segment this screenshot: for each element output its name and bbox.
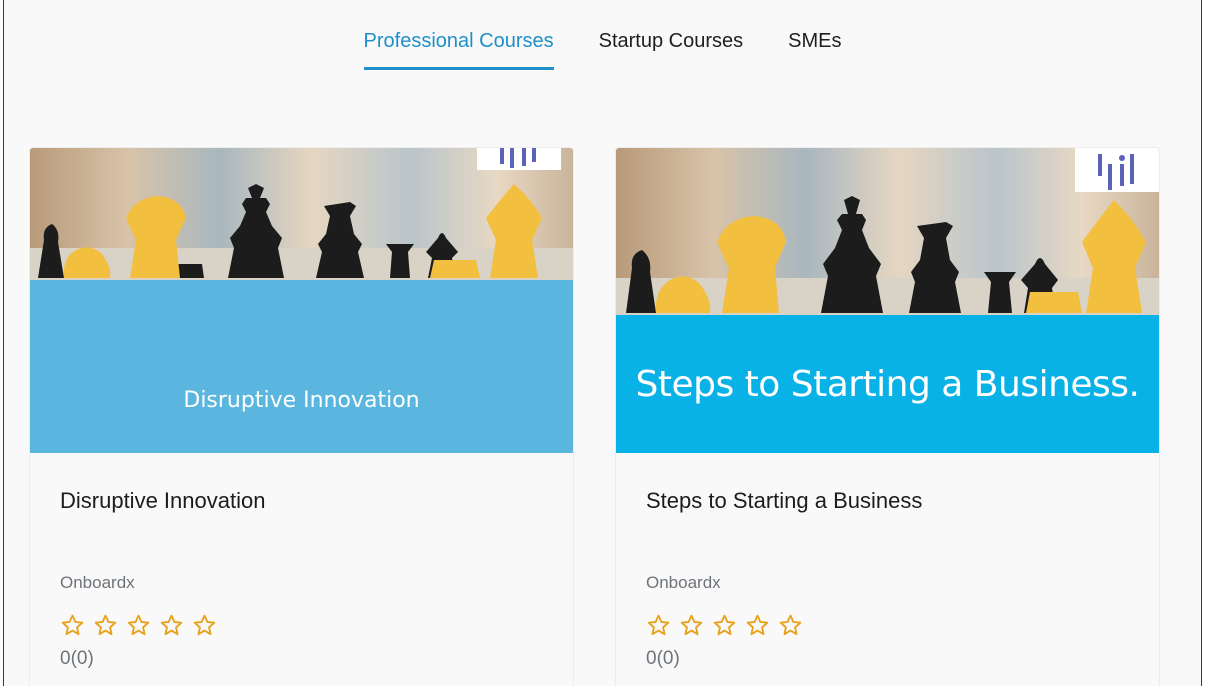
course-organization: Onboardx <box>60 573 135 592</box>
course-card-body: Steps to Starting a Business Onboardx 0(… <box>616 453 1159 670</box>
course-card-body: Disruptive Innovation Onboardx 0(0) <box>30 453 573 670</box>
course-organization: Onboardx <box>646 573 721 592</box>
star-outline-icon[interactable] <box>60 613 85 638</box>
rating-stars[interactable] <box>646 613 1129 638</box>
course-thumbnail[interactable]: Disruptive Innovation <box>30 148 573 453</box>
star-outline-icon[interactable] <box>126 613 151 638</box>
brand-logo-icon <box>1075 148 1159 192</box>
star-outline-icon[interactable] <box>646 613 671 638</box>
course-title[interactable]: Disruptive Innovation <box>60 488 543 548</box>
tab-startup-courses[interactable]: Startup Courses <box>599 30 744 70</box>
course-category-tabs: Professional Courses Startup Courses SME… <box>4 30 1201 70</box>
course-card[interactable]: Disruptive Innovation Disruptive Innovat… <box>29 147 574 686</box>
course-card[interactable]: Steps to Starting a Business. Steps to S… <box>615 147 1160 686</box>
rating-stars[interactable] <box>60 613 543 638</box>
course-banner: Disruptive Innovation <box>30 280 573 453</box>
star-outline-icon[interactable] <box>745 613 770 638</box>
page-frame: Professional Courses Startup Courses SME… <box>3 0 1202 686</box>
star-outline-icon[interactable] <box>679 613 704 638</box>
star-outline-icon[interactable] <box>93 613 118 638</box>
course-title[interactable]: Steps to Starting a Business <box>646 488 1129 548</box>
banner-text: Disruptive Innovation <box>183 388 420 413</box>
course-thumbnail[interactable]: Steps to Starting a Business. <box>616 148 1159 453</box>
tab-smes[interactable]: SMEs <box>788 30 841 70</box>
banner-text: Steps to Starting a Business. <box>635 363 1140 405</box>
brand-logo-glyph <box>1098 154 1134 190</box>
rating-count: 0(0) <box>646 648 680 669</box>
brand-logo-icon <box>477 148 561 170</box>
star-outline-icon[interactable] <box>712 613 737 638</box>
star-outline-icon[interactable] <box>778 613 803 638</box>
rating-count: 0(0) <box>60 648 94 669</box>
brand-logo-glyph <box>500 148 536 168</box>
star-outline-icon[interactable] <box>192 613 217 638</box>
tab-professional-courses[interactable]: Professional Courses <box>363 30 554 70</box>
course-banner: Steps to Starting a Business. <box>616 315 1159 453</box>
star-outline-icon[interactable] <box>159 613 184 638</box>
